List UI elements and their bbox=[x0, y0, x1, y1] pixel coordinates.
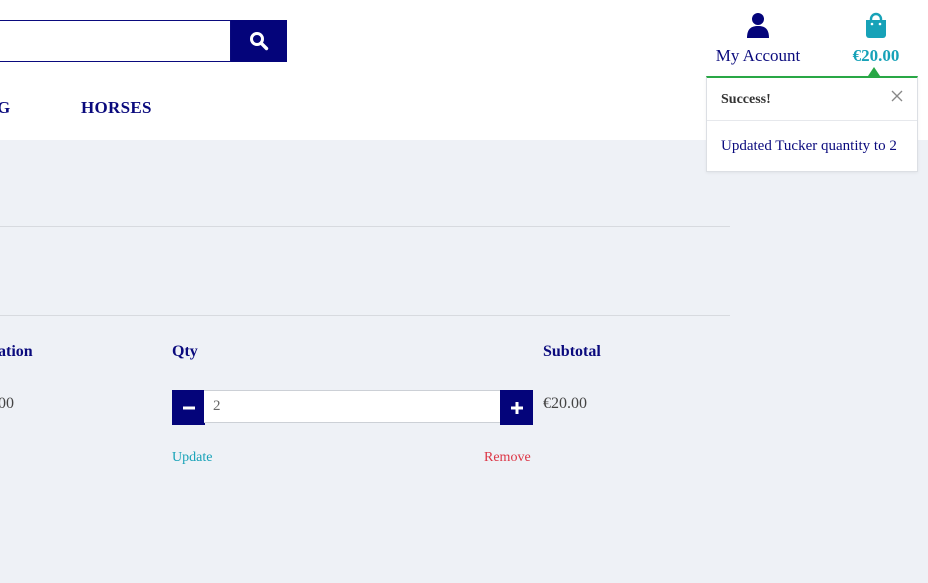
success-toast: Success! Updated Tucker quantity to 2 bbox=[706, 76, 918, 172]
search-button[interactable] bbox=[231, 20, 287, 62]
shopping-bag-icon bbox=[866, 12, 886, 38]
nav-item-horses[interactable]: HORSES bbox=[81, 98, 152, 118]
item-price: 00 bbox=[0, 395, 14, 412]
update-link[interactable]: Update bbox=[172, 450, 212, 466]
divider bbox=[0, 315, 730, 316]
column-header-price: ation bbox=[0, 343, 33, 360]
remove-link[interactable]: Remove bbox=[484, 450, 531, 466]
shopping-bag-link[interactable]: €20.00 bbox=[840, 12, 912, 66]
decrement-quantity-button[interactable] bbox=[172, 390, 205, 425]
quantity-input[interactable] bbox=[204, 390, 500, 423]
toast-title: Success! bbox=[721, 92, 771, 107]
my-account-link[interactable]: My Account bbox=[706, 12, 810, 66]
search-icon bbox=[250, 32, 269, 51]
close-icon[interactable] bbox=[889, 88, 905, 104]
plus-icon bbox=[510, 401, 523, 414]
toast-header: Success! bbox=[707, 78, 917, 121]
column-header-subtotal: Subtotal bbox=[543, 343, 601, 360]
minus-icon bbox=[182, 406, 195, 409]
my-account-label: My Account bbox=[715, 46, 801, 65]
search-input[interactable] bbox=[0, 20, 231, 62]
item-subtotal: €20.00 bbox=[543, 395, 587, 412]
user-icon bbox=[747, 13, 769, 38]
toast-pointer bbox=[868, 67, 880, 76]
toast-message: Updated Tucker quantity to 2 bbox=[721, 138, 897, 154]
increment-quantity-button[interactable] bbox=[500, 390, 533, 425]
bag-total: €20.00 bbox=[852, 46, 900, 65]
nav-item-partial[interactable]: G bbox=[0, 98, 11, 118]
column-header-qty: Qty bbox=[172, 343, 198, 360]
divider bbox=[0, 226, 730, 227]
